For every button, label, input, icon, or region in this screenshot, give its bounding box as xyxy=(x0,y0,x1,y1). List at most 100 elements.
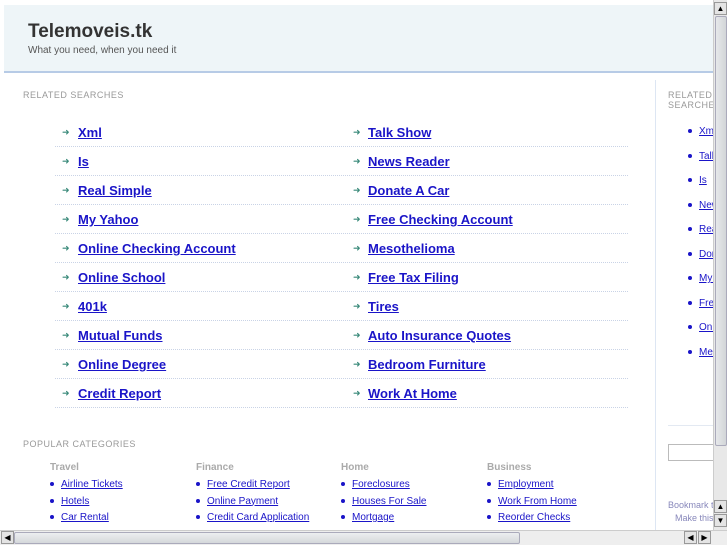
bullet-icon xyxy=(487,482,491,487)
category-item: Work From Home xyxy=(487,496,577,513)
bullet-icon xyxy=(688,227,692,232)
arrow-right-icon: ➜ xyxy=(62,156,70,166)
bookmark-link[interactable]: Bookmark this page xyxy=(668,500,713,510)
sidebar-link[interactable]: Free Checking Account xyxy=(699,298,713,309)
right-sidebar: RELATED SEARCHES Xml Talk Show Is News Read… xyxy=(668,80,713,530)
search-link[interactable]: Mesothelioma xyxy=(368,241,455,256)
bullet-icon xyxy=(341,482,345,487)
category-item: Credit Card Application xyxy=(196,512,309,529)
search-link[interactable]: Credit Report xyxy=(78,386,161,401)
arrow-right-icon: ➜ xyxy=(353,359,361,369)
bullet-icon xyxy=(341,515,345,520)
sidebar-item: Xml xyxy=(688,126,713,137)
category-link[interactable]: Free Credit Report xyxy=(207,479,290,490)
search-link[interactable]: Tires xyxy=(368,299,399,314)
category-link[interactable]: Foreclosures xyxy=(352,479,410,490)
search-link[interactable]: Real Simple xyxy=(78,183,152,198)
search-link[interactable]: Work At Home xyxy=(368,386,457,401)
sidebar-item: Free Checking Account xyxy=(688,298,713,309)
sidebar-link[interactable]: Is xyxy=(699,175,707,186)
sidebar-link[interactable]: News Reader xyxy=(699,200,713,211)
category-item: Foreclosures xyxy=(341,479,426,496)
category-title: Travel xyxy=(50,462,79,473)
search-link[interactable]: My Yahoo xyxy=(78,212,138,227)
search-row: ➜ Is ➜ News Reader xyxy=(55,147,628,176)
sidebar-link[interactable]: Xml xyxy=(699,126,713,137)
category-link[interactable]: Mortgage xyxy=(352,512,394,523)
category-link[interactable]: Work From Home xyxy=(498,496,577,507)
search-link[interactable]: Online Checking Account xyxy=(78,241,236,256)
sidebar-item: Mesothelioma xyxy=(688,347,713,358)
vertical-scroll-thumb[interactable] xyxy=(715,16,727,446)
search-link[interactable]: Bedroom Furniture xyxy=(368,357,486,372)
search-link[interactable]: Free Tax Filing xyxy=(368,270,459,285)
category-link[interactable]: Airline Tickets xyxy=(61,479,123,490)
sidebar-link[interactable]: Mesothelioma xyxy=(699,347,713,358)
arrow-right-icon: ➜ xyxy=(353,214,361,224)
category-column: Business Employment Work From Home Reorder … xyxy=(487,462,577,529)
search-link[interactable]: News Reader xyxy=(368,154,450,169)
vertical-scrollbar[interactable]: ▲ ▲ ▼ xyxy=(713,0,727,530)
search-link[interactable]: Is xyxy=(78,154,89,169)
scroll-left-small-icon[interactable]: ◀ xyxy=(684,531,697,544)
bullet-icon xyxy=(341,498,345,503)
search-row: ➜ Mutual Funds ➜ Auto Insurance Quotes xyxy=(55,321,628,350)
sidebar-item: Online Checking Account xyxy=(688,322,713,333)
bullet-icon xyxy=(688,325,692,330)
category-link[interactable]: Credit Card Application xyxy=(207,512,309,523)
arrow-right-icon: ➜ xyxy=(353,156,361,166)
arrow-right-icon: ➜ xyxy=(62,388,70,398)
search-link[interactable]: Online Degree xyxy=(78,357,166,372)
category-title: Home xyxy=(341,462,369,473)
sidebar-link[interactable]: Talk Show xyxy=(699,151,713,162)
horizontal-scrollbar[interactable]: ◀ ◀ ▶ xyxy=(0,530,727,545)
make-homepage-link[interactable]: Make this your homepage xyxy=(675,513,713,523)
arrow-right-icon: ➜ xyxy=(353,185,361,195)
search-link[interactable]: Xml xyxy=(78,125,102,140)
arrow-right-icon: ➜ xyxy=(353,388,361,398)
category-item: Car Rental xyxy=(50,512,123,529)
search-link[interactable]: 401k xyxy=(78,299,107,314)
horizontal-scroll-thumb[interactable] xyxy=(14,532,520,544)
search-link[interactable]: Talk Show xyxy=(368,125,431,140)
search-link[interactable]: Donate A Car xyxy=(368,183,449,198)
sidebar-link[interactable]: My Yahoo xyxy=(699,273,713,284)
arrow-right-icon: ➜ xyxy=(353,330,361,340)
category-title: Business xyxy=(487,462,532,473)
scroll-right-icon[interactable]: ▶ xyxy=(698,531,711,544)
arrow-right-icon: ➜ xyxy=(353,243,361,253)
site-title[interactable]: Telemoveis.tk xyxy=(28,21,152,43)
sidebar-divider xyxy=(655,80,656,530)
category-link[interactable]: Houses For Sale xyxy=(352,496,426,507)
bullet-icon xyxy=(688,202,692,207)
search-row: ➜ Online Checking Account ➜ Mesothelioma xyxy=(55,234,628,263)
scroll-up-icon[interactable]: ▲ xyxy=(714,2,727,15)
arrow-right-icon: ➜ xyxy=(62,214,70,224)
arrow-right-icon: ➜ xyxy=(353,272,361,282)
sidebar-link[interactable]: Donate A Car xyxy=(699,249,713,260)
search-link[interactable]: Auto Insurance Quotes xyxy=(368,328,511,343)
category-link[interactable]: Reorder Checks xyxy=(498,512,570,523)
bullet-icon xyxy=(196,482,200,487)
category-link[interactable]: Hotels xyxy=(61,496,89,507)
bullet-icon xyxy=(196,498,200,503)
category-column: Travel Airline Tickets Hotels Car Rental xyxy=(50,462,123,529)
category-link[interactable]: Online Payment xyxy=(207,496,278,507)
search-row: ➜ 401k ➜ Tires xyxy=(55,292,628,321)
search-row: ➜ Real Simple ➜ Donate A Car xyxy=(55,176,628,205)
search-row: ➜ Xml ➜ Talk Show xyxy=(55,118,628,147)
category-item: Houses For Sale xyxy=(341,496,426,513)
search-link[interactable]: Free Checking Account xyxy=(368,212,513,227)
category-link[interactable]: Car Rental xyxy=(61,512,109,523)
sidebar-item: My Yahoo xyxy=(688,273,713,284)
arrow-right-icon: ➜ xyxy=(62,185,70,195)
search-input[interactable] xyxy=(668,444,718,461)
scroll-up-small-icon[interactable]: ▲ xyxy=(714,500,727,513)
sidebar-link[interactable]: Online Checking Account xyxy=(699,322,713,333)
search-link[interactable]: Mutual Funds xyxy=(78,328,163,343)
scroll-left-icon[interactable]: ◀ xyxy=(1,531,14,544)
scroll-down-icon[interactable]: ▼ xyxy=(714,514,727,527)
category-link[interactable]: Employment xyxy=(498,479,554,490)
search-link[interactable]: Online School xyxy=(78,270,165,285)
sidebar-link[interactable]: Real Simple xyxy=(699,224,713,235)
